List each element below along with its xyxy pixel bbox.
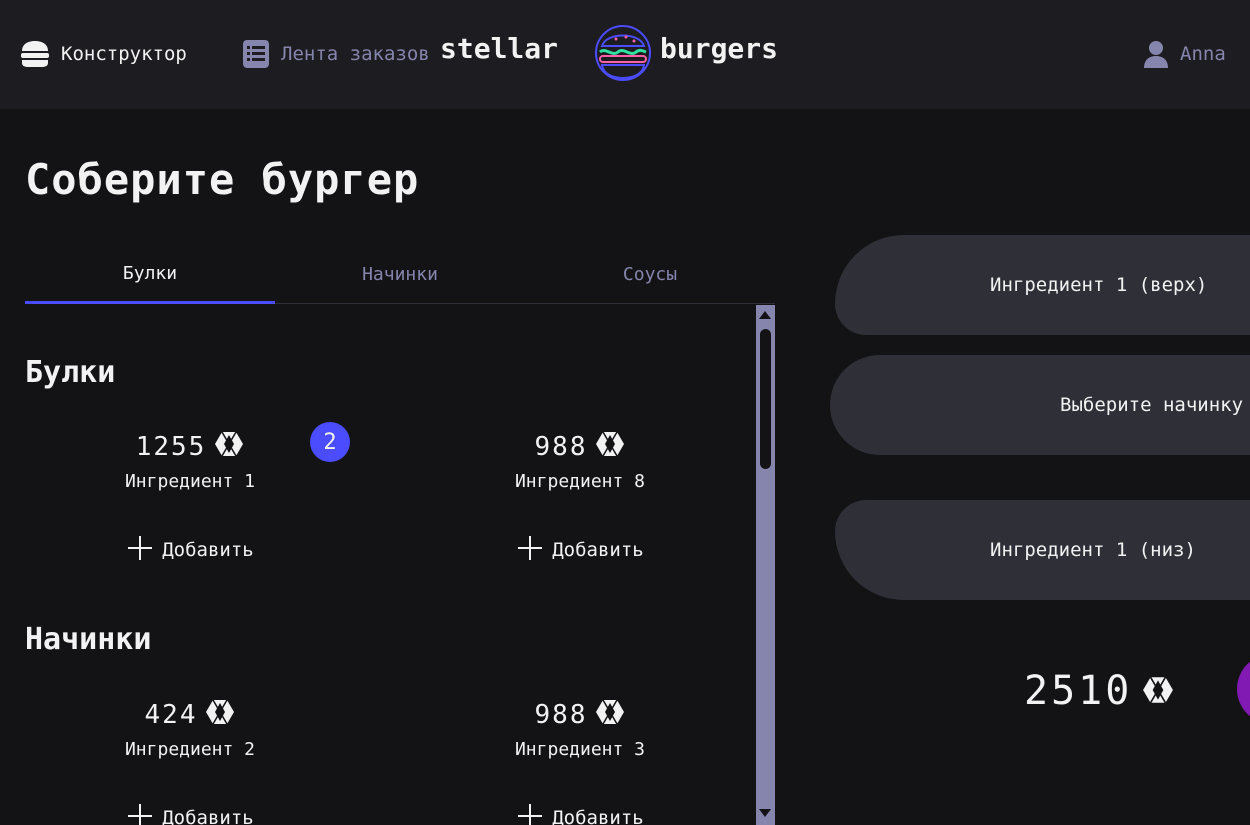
currency-crystal-icon	[205, 699, 235, 732]
ingredient-list: Булки 1255 Ингредиент 1 Добавить 2 988 И…	[25, 305, 755, 825]
tab-sauces[interactable]: Соусы	[525, 245, 775, 304]
constructor-bun-bottom[interactable]: Ингредиент 1 (низ)	[835, 500, 1250, 600]
add-ingredient-button[interactable]: Добавить	[25, 533, 355, 567]
plus-icon	[516, 534, 544, 567]
currency-crystal-icon	[595, 699, 625, 732]
ingredient-card[interactable]: 988 Ингредиент 3 Добавить	[415, 697, 745, 825]
place-order-button[interactable]	[1237, 654, 1250, 724]
price-value: 988	[534, 700, 588, 730]
section-title-buns: Булки	[25, 355, 116, 390]
plus-icon	[516, 802, 544, 825]
ingredient-name: Ингредиент 8	[514, 471, 646, 492]
currency-crystal-icon	[214, 431, 244, 464]
page-title: Соберите бургер	[25, 155, 420, 204]
ingredient-tabs: Булки Начинки Соусы	[25, 245, 775, 305]
ingredient-name: Ингредиент 2	[124, 739, 256, 760]
add-ingredient-button[interactable]: Добавить	[415, 533, 745, 567]
constructor-filling-placeholder[interactable]: Выберите начинку	[830, 355, 1250, 455]
add-ingredient-button[interactable]: Добавить	[415, 801, 745, 825]
price-value: 1255	[135, 432, 207, 462]
ingredient-price: 988	[415, 429, 745, 465]
ingredient-list-scrollbar[interactable]	[756, 305, 775, 825]
scroll-down-arrow-icon[interactable]	[759, 809, 771, 817]
plus-icon	[126, 534, 154, 567]
tab-buns[interactable]: Булки	[25, 245, 275, 304]
ingredient-card[interactable]: 424 Ингредиент 2 Добавить	[25, 697, 355, 825]
app-header: Конструктор Лента заказов stellar burger…	[0, 0, 1250, 109]
currency-crystal-icon	[1142, 668, 1174, 714]
order-total: 2510	[1024, 665, 1174, 717]
add-label: Добавить	[552, 539, 644, 561]
ingredient-price: 424	[25, 697, 355, 733]
order-total-value: 2510	[1024, 668, 1133, 714]
nav-constructor[interactable]: Конструктор	[20, 38, 187, 70]
plus-icon	[126, 802, 154, 825]
ingredient-count-badge: 2	[310, 422, 350, 462]
constructor-filling-label: Выберите начинку	[1060, 394, 1244, 416]
ingredient-card[interactable]: 1255 Ингредиент 1 Добавить	[25, 429, 355, 589]
logo-text-right: burgers	[660, 32, 778, 65]
nav-constructor-label: Конструктор	[61, 43, 187, 65]
scroll-up-arrow-icon[interactable]	[759, 311, 771, 319]
constructor-bun-top-label: Ингредиент 1 (верх)	[990, 274, 1208, 296]
ingredient-price: 988	[415, 697, 745, 733]
nav-order-feed-label: Лента заказов	[281, 43, 430, 65]
price-value: 988	[534, 432, 588, 462]
section-title-fillings: Начинки	[25, 622, 152, 657]
burger-icon	[20, 39, 50, 69]
constructor-bun-top[interactable]: Ингредиент 1 (верх)	[835, 235, 1250, 335]
nav-profile[interactable]: Anna	[1143, 38, 1226, 70]
ingredient-price: 1255	[25, 429, 355, 465]
ingredient-card[interactable]: 988 Ингредиент 8 Добавить	[415, 429, 745, 589]
add-label: Добавить	[552, 807, 644, 825]
add-ingredient-button[interactable]: Добавить	[25, 801, 355, 825]
ingredient-name: Ингредиент 1	[124, 471, 256, 492]
stellar-burgers-logo[interactable]: stellar burgers	[440, 22, 810, 84]
add-label: Добавить	[162, 539, 254, 561]
profile-icon	[1143, 39, 1169, 69]
price-value: 424	[144, 700, 198, 730]
currency-crystal-icon	[595, 431, 625, 464]
scroll-thumb[interactable]	[760, 329, 771, 469]
ingredient-name: Ингредиент 3	[514, 739, 646, 760]
tab-fillings[interactable]: Начинки	[275, 245, 525, 304]
nav-order-feed[interactable]: Лента заказов	[242, 38, 430, 70]
add-label: Добавить	[162, 807, 254, 825]
constructor-bun-bottom-label: Ингредиент 1 (низ)	[990, 539, 1196, 561]
list-icon	[242, 39, 270, 69]
profile-name: Anna	[1180, 43, 1226, 65]
logo-text-left: stellar	[440, 32, 558, 65]
